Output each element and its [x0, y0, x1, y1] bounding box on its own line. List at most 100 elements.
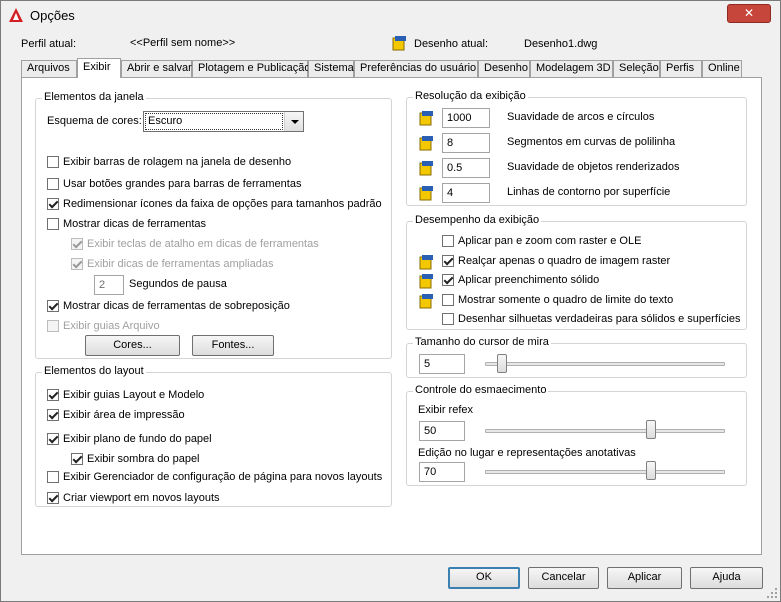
- show-printable-area-checkbox[interactable]: Exibir área de impressão: [47, 409, 185, 421]
- chevron-down-icon[interactable]: [284, 112, 303, 131]
- tab-abrir-e-salvar[interactable]: Abrir e salvar: [121, 60, 192, 77]
- current-drawing-value: Desenho1.dwg: [524, 38, 598, 50]
- checkbox-label: Exibir área de impressão: [63, 409, 185, 421]
- show-tooltips-checkbox[interactable]: Mostrar dicas de ferramentas: [47, 218, 206, 230]
- xref-fade-slider-thumb[interactable]: [646, 420, 656, 439]
- color-scheme-value: Escuro: [145, 113, 283, 130]
- crosshair-size-slider-track[interactable]: [485, 362, 725, 366]
- autocad-logo-icon: [9, 8, 23, 22]
- current-profile-value: <<Perfil sem nome>>: [130, 37, 236, 49]
- inplace-fade-input[interactable]: 70: [419, 462, 465, 482]
- tooltip-delay-input[interactable]: 2: [94, 275, 124, 295]
- colors-button[interactable]: Cores...: [85, 335, 180, 356]
- apply-button[interactable]: Aplicar: [607, 567, 682, 589]
- checkbox-box[interactable]: [47, 471, 59, 483]
- crosshair-size-slider-thumb[interactable]: [496, 354, 507, 373]
- show-scrollbars-checkbox[interactable]: Exibir barras de rolagem na janela de de…: [47, 156, 291, 168]
- checkbox-label: Aplicar preenchimento sólido: [458, 274, 600, 286]
- apply-solid-fill-checkbox[interactable]: Aplicar preenchimento sólido: [442, 274, 599, 286]
- tab-exibir[interactable]: Exibir: [77, 58, 121, 78]
- window-elements-group: Elementos da janela Esquema de cores: Es…: [35, 91, 392, 359]
- tab-arquivos[interactable]: Arquivos: [21, 60, 77, 77]
- help-button[interactable]: Ajuda: [690, 567, 763, 589]
- contour-lines-label: Linhas de contorno por superfície: [507, 186, 671, 198]
- checkbox-box: [71, 238, 83, 250]
- tab-modelagem-3d[interactable]: Modelagem 3D: [530, 60, 613, 77]
- title-bar[interactable]: Opções ✕: [1, 1, 780, 31]
- polyline-segments-label: Segmentos em curvas de polilinha: [507, 136, 676, 148]
- xref-fade-input[interactable]: 50: [419, 421, 465, 441]
- resize-ribbon-icons-checkbox[interactable]: Redimensionar ícones da faixa de opções …: [47, 198, 382, 210]
- show-rollover-tooltips-checkbox[interactable]: Mostrar dicas de ferramentas de sobrepos…: [47, 300, 290, 312]
- cancel-button[interactable]: Cancelar: [528, 567, 599, 589]
- drawing-saved-icon: [419, 111, 433, 126]
- arc-smoothness-input[interactable]: 1000: [442, 108, 490, 128]
- show-paper-shadow-checkbox[interactable]: Exibir sombra do papel: [71, 453, 200, 465]
- checkbox-label: Redimensionar ícones da faixa de opções …: [63, 198, 382, 210]
- checkbox-box[interactable]: [47, 433, 59, 445]
- create-viewport-checkbox[interactable]: Criar viewport em novos layouts: [47, 492, 220, 504]
- tab-desenho[interactable]: Desenho: [478, 60, 530, 77]
- checkbox-box[interactable]: [442, 313, 454, 325]
- checkbox-box[interactable]: [47, 409, 59, 421]
- checkbox-box[interactable]: [47, 492, 59, 504]
- large-buttons-checkbox[interactable]: Usar botões grandes para barras de ferra…: [47, 178, 301, 190]
- show-page-setup-manager-checkbox[interactable]: Exibir Gerenciador de configuração de pá…: [47, 471, 382, 483]
- inplace-fade-slider-thumb[interactable]: [646, 461, 656, 480]
- checkbox-box[interactable]: [442, 254, 454, 267]
- checkbox-box[interactable]: [47, 300, 59, 312]
- tab-selecao[interactable]: Seleção: [613, 60, 660, 77]
- tab-plotagem-e-publicacao[interactable]: Plotagem e Publicação: [192, 60, 311, 77]
- crosshair-size-input[interactable]: 5: [419, 354, 465, 374]
- profile-row: Perfil atual: <<Perfil sem nome>> Desenh…: [1, 36, 780, 53]
- true-silhouettes-checkbox[interactable]: Desenhar silhuetas verdadeiras para sóli…: [442, 313, 741, 325]
- checkbox-box[interactable]: [47, 198, 59, 210]
- current-profile-label: Perfil atual:: [21, 38, 77, 50]
- pan-zoom-raster-ole-checkbox[interactable]: Aplicar pan e zoom com raster e OLE: [442, 235, 641, 247]
- close-button[interactable]: ✕: [727, 4, 771, 23]
- checkbox-label: Usar botões grandes para barras de ferra…: [63, 178, 302, 190]
- tab-perfis[interactable]: Perfis: [660, 60, 702, 77]
- color-scheme-label: Esquema de cores:: [47, 115, 142, 127]
- tooltip-delay-label: Segundos de pausa: [129, 278, 227, 290]
- checkbox-box[interactable]: [71, 453, 83, 465]
- highlight-raster-frame-checkbox[interactable]: Realçar apenas o quadro de imagem raster: [442, 254, 670, 267]
- checkbox-box[interactable]: [442, 274, 454, 286]
- checkbox-box[interactable]: [47, 218, 59, 230]
- checkbox-label: Exibir dicas de ferramentas ampliadas: [87, 258, 274, 270]
- arc-smoothness-label: Suavidade de arcos e círculos: [507, 111, 655, 123]
- checkbox-box[interactable]: [47, 156, 59, 168]
- rendered-smoothness-input[interactable]: 0.5: [442, 158, 490, 178]
- xref-fade-slider-track[interactable]: [485, 429, 725, 433]
- show-text-boundary-checkbox[interactable]: Mostrar somente o quadro de limite do te…: [442, 293, 673, 306]
- drawing-saved-icon: [419, 186, 433, 201]
- checkbox-label: Exibir plano de fundo do papel: [63, 433, 212, 445]
- drawing-saved-icon: [419, 136, 433, 151]
- fonts-button[interactable]: Fontes...: [192, 335, 274, 356]
- drawing-saved-icon: [419, 293, 433, 308]
- group-title: Elementos do layout: [42, 365, 146, 377]
- checkbox-box[interactable]: [47, 178, 59, 190]
- inplace-fade-slider-track[interactable]: [485, 470, 725, 474]
- tab-online[interactable]: Online: [702, 60, 742, 77]
- dialog-title: Opções: [30, 8, 75, 23]
- group-title: Elementos da janela: [42, 91, 146, 103]
- color-scheme-select[interactable]: Escuro: [143, 111, 304, 132]
- tab-content-exibir: Elementos da janela Esquema de cores: Es…: [21, 77, 762, 555]
- resize-grip-icon[interactable]: [766, 587, 778, 599]
- xref-fade-label: Exibir refex: [418, 404, 474, 416]
- polyline-segments-input[interactable]: 8: [442, 133, 490, 153]
- show-paper-background-checkbox[interactable]: Exibir plano de fundo do papel: [47, 433, 212, 445]
- checkbox-label: Desenhar silhuetas verdadeiras para sóli…: [458, 313, 741, 325]
- tab-sistema[interactable]: Sistema: [308, 60, 354, 77]
- contour-lines-input[interactable]: 4: [442, 183, 490, 203]
- ok-button[interactable]: OK: [448, 567, 520, 589]
- current-drawing-label: Desenho atual:: [414, 38, 488, 50]
- options-dialog: Opções ✕ Perfil atual: <<Perfil sem nome…: [0, 0, 781, 602]
- checkbox-box[interactable]: [442, 293, 454, 306]
- checkbox-box[interactable]: [442, 235, 454, 247]
- show-layout-model-tabs-checkbox[interactable]: Exibir guias Layout e Modelo: [47, 389, 204, 401]
- checkbox-box[interactable]: [47, 389, 59, 401]
- show-file-tabs-checkbox: Exibir guias Arquivo: [47, 320, 160, 332]
- tab-preferencias-do-usuario[interactable]: Preferências do usuário: [354, 60, 478, 77]
